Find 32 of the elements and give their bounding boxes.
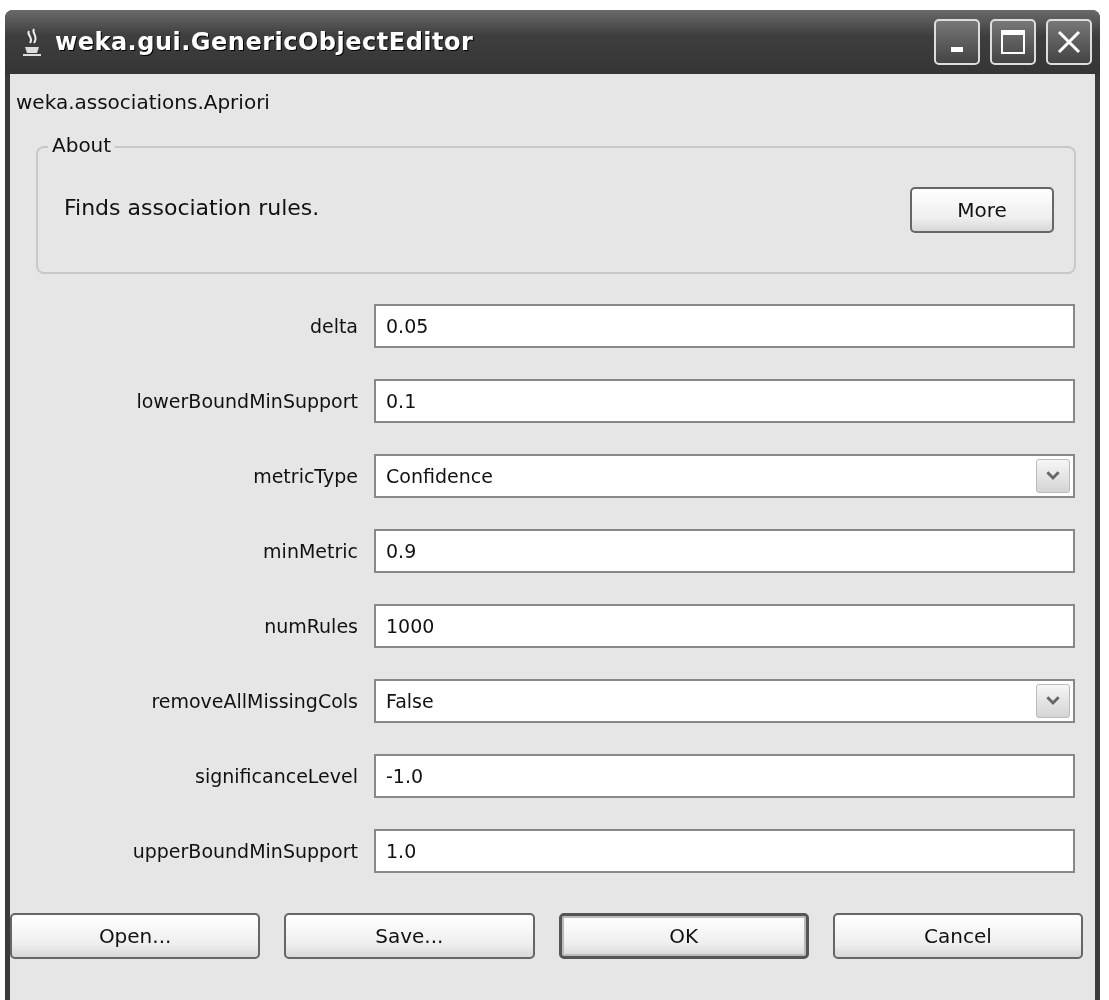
about-text: Finds association rules.	[64, 194, 320, 220]
dropdown[interactable]: Confidence	[374, 454, 1075, 498]
minimize-icon	[951, 46, 963, 52]
property-label: significanceLevel	[194, 765, 358, 787]
chevron-down-icon	[1036, 459, 1070, 493]
maximize-button[interactable]	[990, 19, 1036, 65]
input-field[interactable]: 0.9	[374, 529, 1075, 573]
property-label: upperBoundMinSupport	[131, 840, 358, 862]
property-label: delta	[308, 315, 358, 337]
dialog-button[interactable]: Open...	[10, 913, 261, 959]
close-button[interactable]	[1046, 19, 1092, 65]
close-icon	[1056, 29, 1082, 55]
property-label: lowerBoundMinSupport	[135, 390, 358, 412]
property-label: removeAllMissingCols	[150, 690, 358, 712]
property-label: numRules	[263, 615, 358, 637]
class-name: weka.associations.Apriori	[15, 89, 271, 116]
more-button[interactable]: More	[910, 187, 1054, 233]
input-field[interactable]: -1.0	[374, 754, 1075, 798]
input-field[interactable]: 0.1	[374, 379, 1075, 423]
maximize-icon	[1000, 29, 1026, 55]
minimize-button[interactable]	[934, 19, 980, 65]
window-title: weka.gui.GenericObjectEditor	[55, 28, 475, 56]
input-field[interactable]: 1000	[374, 604, 1075, 648]
input-field[interactable]: 1.0	[374, 829, 1075, 873]
dropdown[interactable]: False	[374, 679, 1075, 723]
dialog-button[interactable]: Save...	[284, 913, 535, 959]
property-label: minMetric	[262, 540, 358, 562]
input-field[interactable]: 0.05	[374, 304, 1075, 348]
dialog-button[interactable]: OK	[558, 913, 809, 959]
dialog-button[interactable]: Cancel	[832, 913, 1083, 959]
property-label: metricType	[252, 465, 358, 487]
chevron-down-icon	[1036, 684, 1070, 718]
